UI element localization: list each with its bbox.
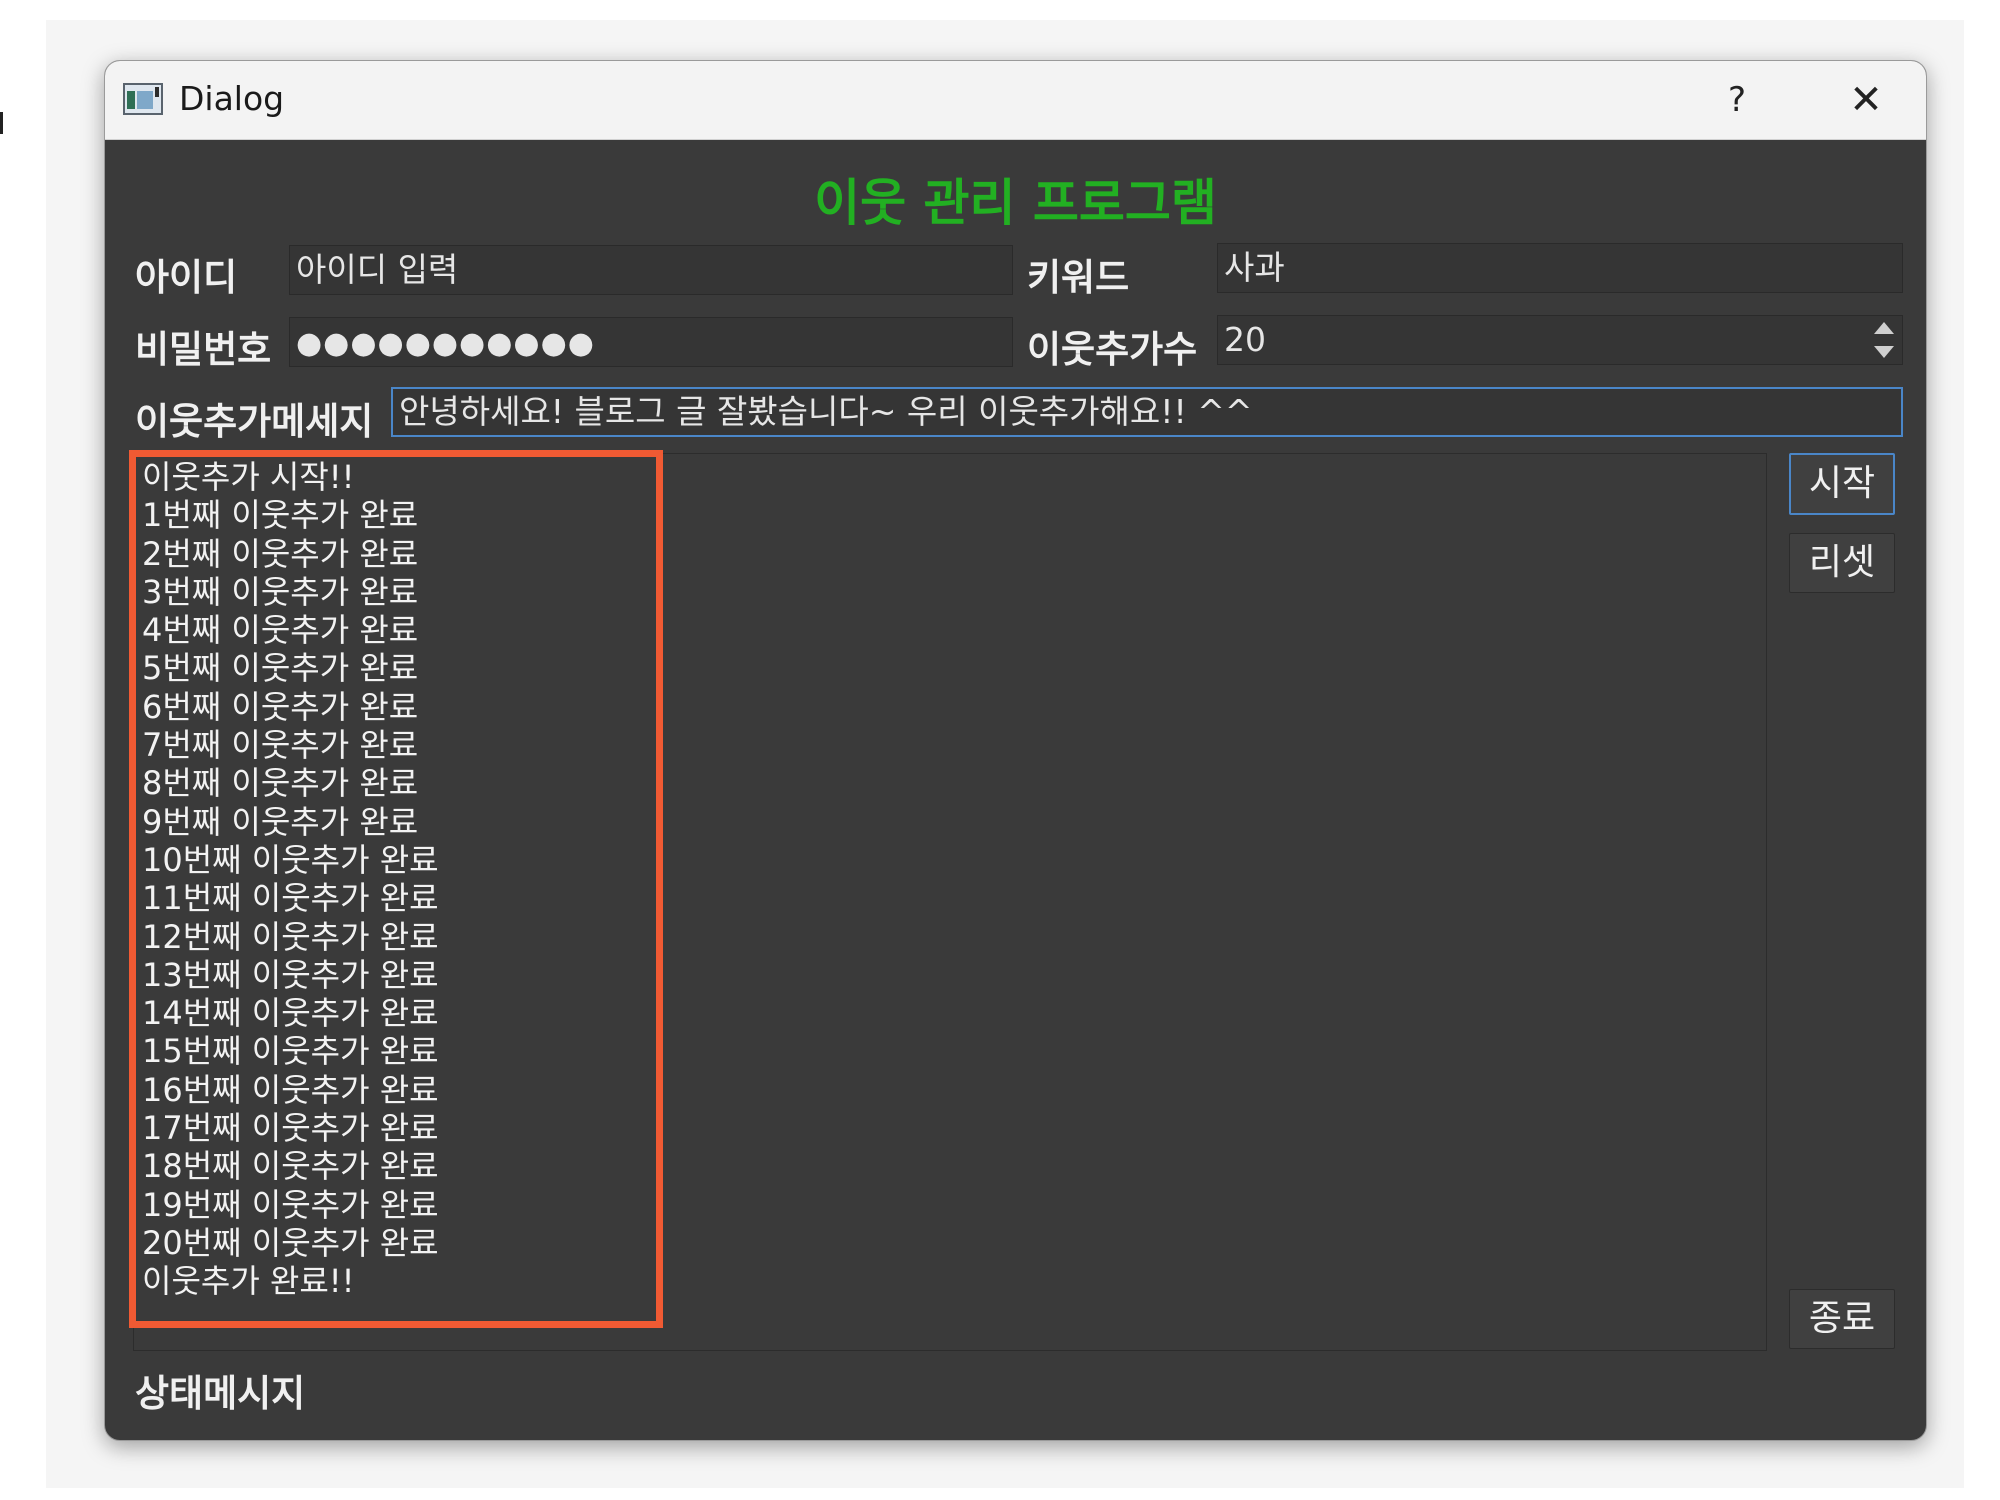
- log-line: 18번째 이웃추가 완료: [142, 1147, 439, 1186]
- log-line: 7번째 이웃추가 완료: [142, 726, 419, 765]
- id-input[interactable]: 아이디 입력: [289, 245, 1013, 295]
- start-button[interactable]: 시작: [1789, 453, 1895, 515]
- password-input[interactable]: ●●●●●●●●●●●: [289, 317, 1013, 367]
- reset-button[interactable]: 리셋: [1789, 533, 1895, 593]
- log-line: 이웃추가 시작!!: [142, 458, 355, 496]
- log-line: 6번째 이웃추가 완료: [142, 687, 419, 726]
- app-icon: [123, 83, 163, 115]
- close-button[interactable]: ✕: [1833, 73, 1899, 127]
- window-title: Dialog: [179, 79, 285, 118]
- log-line: 3번째 이웃추가 완료: [142, 572, 419, 611]
- spin-up-icon[interactable]: [1874, 322, 1894, 334]
- log-textarea[interactable]: 이웃추가 시작!! 1번째 이웃추가 완료 2번째 이웃추가 완료 3번째 이웃추가 …: [129, 450, 1767, 1351]
- count-spinbox[interactable]: 20: [1217, 315, 1903, 365]
- log-line: 9번째 이웃추가 완료: [142, 802, 419, 841]
- count-label: 이웃추가수: [1027, 328, 1198, 371]
- log-line: 11번째 이웃추가 완료: [142, 879, 439, 918]
- log-line: 16번째 이웃추가 완료: [142, 1070, 439, 1109]
- id-label: 아이디: [135, 256, 238, 299]
- log-line: 5번째 이웃추가 완료: [142, 649, 419, 688]
- log-line: 19번째 이웃추가 완료: [142, 1185, 439, 1224]
- password-label: 비밀번호: [135, 328, 272, 371]
- status-message: 상태메시지: [135, 1372, 306, 1415]
- spin-down-icon[interactable]: [1874, 346, 1894, 358]
- log-line: 1번째 이웃추가 완료: [142, 496, 419, 535]
- log-line: 15번째 이웃추가 완료: [142, 1032, 439, 1071]
- exit-button[interactable]: 종료: [1789, 1289, 1895, 1349]
- message-input[interactable]: 안녕하세요! 블로그 글 잘봤습니다~ 우리 이웃추가해요!! ^^: [391, 387, 1903, 437]
- spin-buttons[interactable]: [1868, 318, 1900, 362]
- log-line: 13번째 이웃추가 완료: [142, 955, 439, 994]
- log-line: 4번째 이웃추가 완료: [142, 611, 419, 650]
- keyword-input[interactable]: 사과: [1217, 243, 1903, 293]
- log-line: 20번째 이웃추가 완료: [142, 1223, 439, 1262]
- message-label: 이웃추가메세지: [135, 400, 374, 443]
- log-line: 17번째 이웃추가 완료: [142, 1109, 439, 1148]
- log-line: 10번째 이웃추가 완료: [142, 840, 439, 879]
- program-heading: 이웃 관리 프로그램: [814, 174, 1217, 232]
- keyword-label: 키워드: [1027, 256, 1130, 299]
- edge-mark: [0, 112, 3, 134]
- log-line: 이웃추가 완료!!: [142, 1262, 355, 1301]
- log-line: 14번째 이웃추가 완료: [142, 994, 439, 1033]
- log-line: 12번째 이웃추가 완료: [142, 917, 439, 956]
- password-mask: ●●●●●●●●●●●: [296, 326, 595, 361]
- log-line: 2번째 이웃추가 완료: [142, 534, 419, 573]
- log-lines: 이웃추가 시작!! 1번째 이웃추가 완료 2번째 이웃추가 완료 3번째 이웃추가 …: [142, 458, 439, 1301]
- help-button[interactable]: ?: [1707, 73, 1767, 127]
- dialog-window: Dialog ? ✕ 이웃 관리 프로그램 아이디 아이디 입력 키워드 사과 …: [104, 60, 1927, 1441]
- count-value: 20: [1224, 320, 1266, 359]
- title-bar[interactable]: Dialog ? ✕: [105, 61, 1926, 140]
- log-line: 8번째 이웃추가 완료: [142, 764, 419, 803]
